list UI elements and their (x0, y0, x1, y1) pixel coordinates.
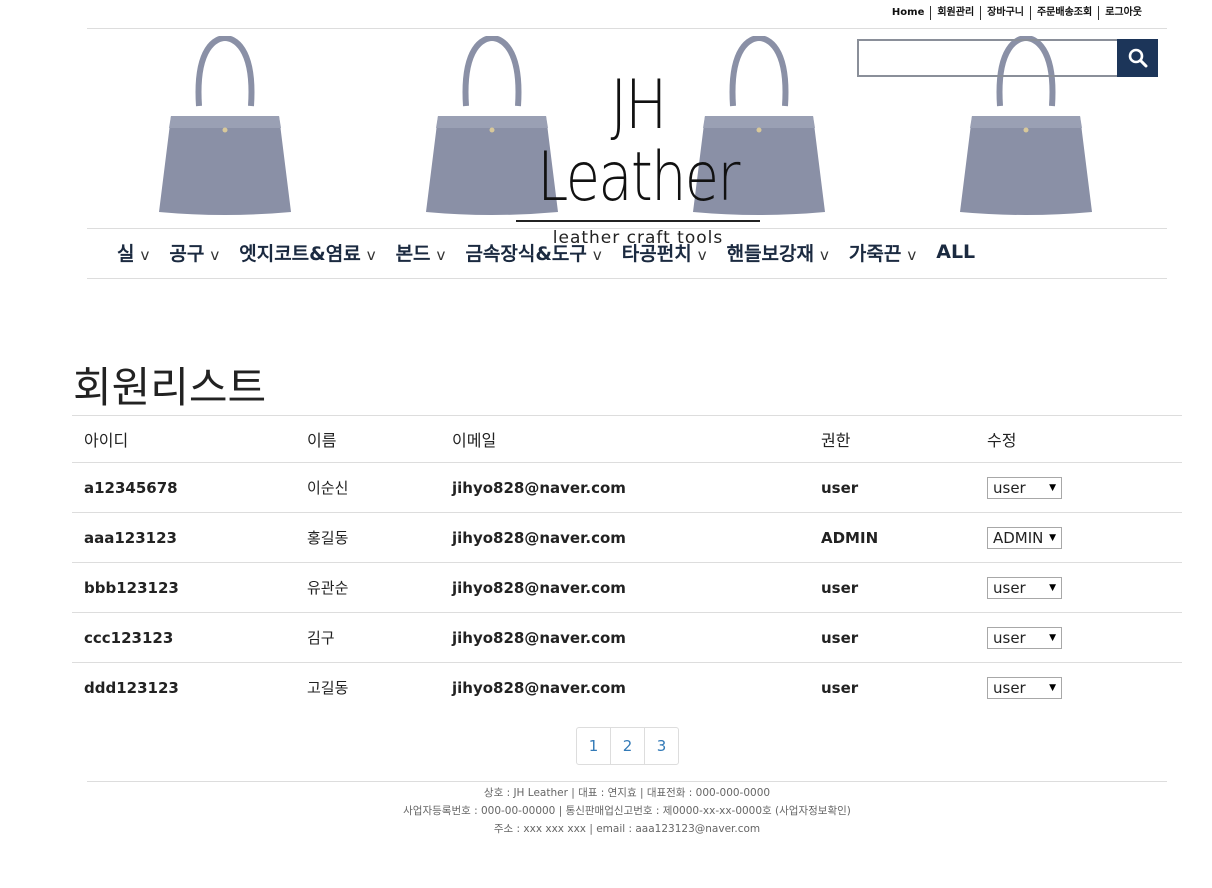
logo-underline (516, 220, 760, 222)
member-name: 고길동 (307, 679, 349, 697)
chevron-down-icon: v (436, 245, 446, 264)
page-link-1[interactable]: 1 (577, 728, 610, 764)
nav-item-punch[interactable]: 타공펀치 v (622, 239, 707, 266)
page-title: 회원리스트 (73, 363, 267, 412)
header-id: 아이디 (84, 431, 129, 450)
role-select[interactable]: user ▼ (987, 626, 1062, 649)
page-link-3[interactable]: 3 (644, 728, 678, 764)
logout-link[interactable]: 로그아웃 (1099, 6, 1148, 20)
member-id: aaa123123 (84, 528, 177, 547)
header-role: 권한 (821, 431, 851, 450)
role-select[interactable]: user ▼ (987, 576, 1062, 599)
nav-item-metal-hardware[interactable]: 금속장식&도구 v (465, 239, 601, 266)
member-role: user (821, 678, 859, 697)
dropdown-arrow-icon: ▼ (1049, 632, 1056, 643)
header-edit: 수정 (987, 431, 1017, 450)
member-role: user (821, 578, 859, 597)
dropdown-arrow-icon: ▼ (1049, 482, 1056, 493)
nav-item-all[interactable]: ALL (936, 241, 975, 263)
chevron-down-icon: v (697, 245, 707, 264)
home-link[interactable]: Home (886, 6, 930, 20)
chevron-down-icon: v (820, 245, 829, 264)
member-email: jihyo828@naver.com (452, 678, 626, 697)
table-row: a12345678 이순신 jihyo828@naver.com user us… (72, 462, 1182, 512)
dropdown-arrow-icon: ▼ (1049, 682, 1056, 693)
nav-item-handle-reinforcement[interactable]: 핸들보강재 v (727, 239, 829, 266)
member-email: jihyo828@naver.com (452, 578, 626, 597)
dropdown-arrow-icon: ▼ (1049, 582, 1056, 593)
table-header: 아이디 이름 이메일 권한 수정 (72, 415, 1182, 462)
dropdown-arrow-icon: ▼ (1049, 532, 1056, 543)
top-links: Home 회원관리 장바구니 주문배송조회 로그아웃 (886, 6, 1148, 20)
chevron-down-icon: v (592, 245, 602, 264)
member-table: 아이디 이름 이메일 권한 수정 a12345678 이순신 jihyo828@… (72, 415, 1182, 712)
member-name: 홍길동 (307, 529, 349, 547)
member-name: 이순신 (307, 479, 349, 497)
order-tracking-link[interactable]: 주문배송조회 (1031, 6, 1098, 20)
member-role: ADMIN (821, 528, 879, 547)
category-nav: 실v 공구 v 엣지코트&염료 v 본드 v 금속장식&도구 v 타공펀치 v 핸들보강재… (87, 233, 1167, 271)
member-id: bbb123123 (84, 578, 179, 597)
role-select[interactable]: ADMIN ▼ (987, 526, 1062, 549)
nav-top-divider (87, 228, 1167, 229)
table-row: ddd123123 고길동 jihyo828@naver.com user us… (72, 662, 1182, 712)
cart-link[interactable]: 장바구니 (981, 6, 1030, 20)
site-logo[interactable]: JH Leather leather craft tools (507, 70, 769, 248)
pagination: 1 2 3 (576, 727, 679, 765)
member-role: user (821, 478, 859, 497)
table-row: ccc123123 김구 jihyo828@naver.com user use… (72, 612, 1182, 662)
member-id: a12345678 (84, 478, 178, 497)
member-id: ccc123123 (84, 628, 174, 647)
chevron-down-icon: v (140, 245, 150, 264)
nav-item-leather-strap[interactable]: 가죽끈 v (849, 239, 916, 266)
search-input[interactable] (857, 39, 1117, 77)
chevron-down-icon: v (210, 245, 220, 264)
nav-item-thread[interactable]: 실v (117, 239, 149, 266)
member-name: 유관순 (307, 579, 349, 597)
page-link-2[interactable]: 2 (610, 728, 644, 764)
member-role: user (821, 628, 859, 647)
role-select[interactable]: user ▼ (987, 676, 1062, 699)
chevron-down-icon: v (907, 245, 917, 264)
role-select[interactable]: user ▼ (987, 476, 1062, 499)
nav-item-bond[interactable]: 본드 v (396, 239, 446, 266)
nav-bottom-divider (87, 278, 1167, 279)
nav-item-edgecoat-dye[interactable]: 엣지코트&염료 v (239, 239, 375, 266)
footer: 상호 : JH Leather | 대표 : 연지효 | 대표전화 : 000-… (87, 784, 1167, 838)
table-row: aaa123123 홍길동 jihyo828@naver.com ADMIN A… (72, 512, 1182, 562)
footer-address-info: 주소 : xxx xxx xxx | email : aaa123123@nav… (493, 823, 761, 835)
search-bar (857, 39, 1158, 77)
header-name: 이름 (307, 431, 337, 450)
footer-company-info: 상호 : JH Leather | 대표 : 연지효 | 대표전화 : 000-… (483, 787, 771, 799)
nav-item-tools[interactable]: 공구 v (169, 239, 219, 266)
member-email: jihyo828@naver.com (452, 628, 626, 647)
member-manage-link[interactable]: 회원관리 (931, 6, 980, 20)
header-divider (87, 28, 1167, 29)
header-email: 이메일 (452, 431, 497, 450)
bag-image (159, 36, 291, 215)
chevron-down-icon: v (366, 245, 376, 264)
table-row: bbb123123 유관순 jihyo828@naver.com user us… (72, 562, 1182, 612)
footer-divider (87, 781, 1167, 782)
search-icon (1128, 48, 1147, 68)
member-email: jihyo828@naver.com (452, 528, 626, 547)
logo-title: JH Leather (537, 66, 740, 217)
member-id: ddd123123 (84, 678, 179, 697)
footer-registration-info: 사업자등록번호 : 000-00-00000 | 통신판매업신고번호 : 제00… (403, 805, 851, 817)
search-button[interactable] (1117, 39, 1158, 77)
member-email: jihyo828@naver.com (452, 478, 626, 497)
member-name: 김구 (307, 629, 335, 647)
